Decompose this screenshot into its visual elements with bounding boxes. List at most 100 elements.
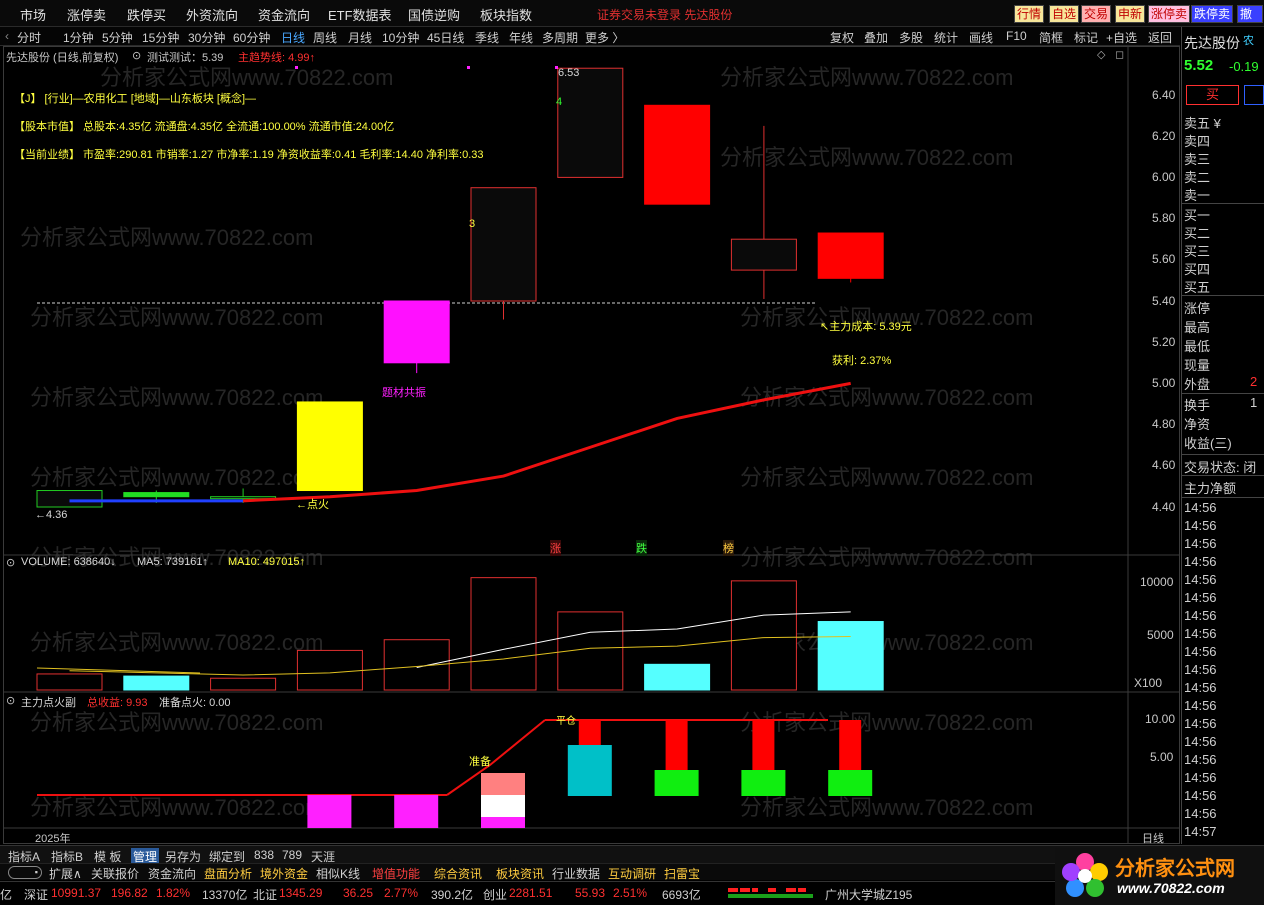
period-1min[interactable]: 1分钟	[63, 29, 94, 46]
period-quarterly[interactable]: 季线	[475, 29, 499, 46]
tool-mark[interactable]: 标记	[1074, 29, 1098, 46]
func-market-analysis[interactable]: 盘面分析	[204, 865, 252, 882]
watermark: 分析家公式网www.70822.com	[30, 795, 324, 820]
ticker-unit: 亿	[0, 888, 13, 902]
tab-838[interactable]: 838	[254, 848, 274, 862]
watchlist-button[interactable]: 自选	[1049, 5, 1080, 23]
tool-back[interactable]: 返回	[1148, 29, 1172, 46]
diamond-icon[interactable]: ◇	[1097, 48, 1105, 61]
quote-button[interactable]: 行情	[1014, 5, 1045, 23]
sell-button[interactable]	[1244, 85, 1264, 105]
volume-toggle[interactable]: ⊙	[6, 556, 15, 569]
price-tick: 5.20	[1152, 335, 1176, 349]
tab-789[interactable]: 789	[282, 848, 302, 862]
price-tick: 5.80	[1152, 211, 1176, 225]
volume-ma10: MA10: 497015↑	[228, 556, 306, 568]
menu-etf-table[interactable]: ETF数据表	[328, 5, 392, 24]
tool-simple-frame[interactable]: 简框	[1039, 29, 1063, 46]
toolbar-scroll-arrow[interactable]: ‹	[5, 29, 9, 43]
bid-2: 买二	[1184, 226, 1211, 241]
menu-limit-up-sell[interactable]: 涨停卖	[67, 5, 106, 24]
menu-market[interactable]: 市场	[20, 5, 46, 24]
menu-limit-down-buy[interactable]: 跌停买	[127, 5, 166, 24]
menu-repo[interactable]: 国债逆购	[408, 5, 460, 24]
stat-outer-volume: 外盘	[1184, 377, 1211, 392]
tool-add-watchlist[interactable]: +自选	[1106, 29, 1137, 46]
industry-line: 【J】 [行业]—农用化工 [地域]—山东板块 [概念]—	[14, 93, 257, 105]
tick-time: 14:56	[1184, 806, 1217, 821]
performance-line: 【当前业绩】 市盈率:290.81 市销率:1.27 市净率:1.19 净资收益…	[14, 149, 484, 161]
period-daily[interactable]: 日线	[281, 29, 305, 46]
func-industry-data[interactable]: 行业数据	[552, 865, 600, 882]
flow-divider	[1182, 475, 1264, 476]
bz-value: 1345.29	[279, 886, 323, 900]
period-yearly[interactable]: 年线	[509, 29, 533, 46]
indicator-tick: 5.00	[1150, 750, 1174, 764]
tool-multi-stock[interactable]: 多股	[899, 29, 923, 46]
func-overseas-capital[interactable]: 境外资金	[260, 865, 308, 882]
tool-statistics[interactable]: 统计	[934, 29, 958, 46]
buy-button[interactable]: 买	[1186, 85, 1239, 105]
period-timeshare[interactable]: 分时	[17, 29, 41, 46]
market-breadth-bars	[728, 888, 813, 900]
period-multi[interactable]: 多周期	[542, 29, 578, 46]
period-10min[interactable]: 10分钟	[382, 29, 419, 46]
period-15min[interactable]: 15分钟	[142, 29, 179, 46]
tool-f10[interactable]: F10	[1006, 29, 1027, 43]
toggle-switch[interactable]: ▪	[8, 866, 42, 879]
cy-change: 55.93	[575, 886, 606, 900]
sz-pct: 1.82%	[156, 886, 191, 900]
stats-divider	[1182, 295, 1264, 296]
period-45day[interactable]: 45日线	[427, 29, 464, 46]
func-sector-news[interactable]: 板块资讯	[496, 865, 544, 882]
tick-time: 14:56	[1184, 500, 1217, 515]
site-logo: 分析家公式网 www.70822.com	[1055, 848, 1264, 905]
high-annotation: 6.53	[558, 67, 580, 79]
func-related-quotes[interactable]: 关联报价	[91, 865, 139, 882]
menu-capital-flow[interactable]: 资金流向	[258, 5, 310, 24]
cy-name[interactable]: 创业	[483, 886, 507, 903]
bz-amount: 390.2亿	[431, 888, 474, 902]
func-news[interactable]: 综合资讯	[434, 865, 482, 882]
period-more[interactable]: 更多 〉	[585, 29, 624, 46]
period-label: 日线	[1142, 833, 1164, 845]
stat-outer-volume-value: 2	[1250, 374, 1258, 389]
func-expand[interactable]: 扩展∧	[49, 865, 82, 882]
limit-up-sell-button[interactable]: 涨停卖	[1148, 5, 1191, 23]
volume-unit: X100	[1132, 676, 1165, 690]
price-tick: 6.00	[1152, 170, 1176, 184]
ipo-button[interactable]: 申新	[1115, 5, 1146, 23]
window-icon[interactable]: ◻	[1115, 48, 1124, 61]
func-capital-flow[interactable]: 资金流向	[148, 865, 196, 882]
volume-ma5: MA5: 739161↑	[137, 556, 208, 568]
stat-earnings: 收益(三)	[1184, 436, 1232, 451]
period-5min[interactable]: 5分钟	[102, 29, 133, 46]
indicator-toggle[interactable]: ⊙	[6, 694, 15, 707]
profit-annotation: 获利: 2.37%	[832, 355, 892, 367]
period-60min[interactable]: 60分钟	[233, 29, 270, 46]
func-similar-k[interactable]: 相似K线	[316, 865, 360, 882]
cancel-order-button[interactable]: 撤单	[1237, 5, 1263, 23]
bz-name[interactable]: 北证	[253, 886, 277, 903]
period-30min[interactable]: 30分钟	[188, 29, 225, 46]
func-value-added[interactable]: 增值功能	[372, 865, 420, 882]
stat-current-volume: 现量	[1184, 358, 1211, 373]
side-stock-suffix: 农	[1243, 35, 1254, 47]
func-mine-sweeper[interactable]: 扫雷宝	[664, 865, 700, 882]
tool-overlay[interactable]: 叠加	[864, 29, 888, 46]
chart-header-toggle[interactable]: ⊙	[132, 49, 141, 62]
tool-adjust[interactable]: 复权	[830, 29, 854, 46]
tool-draw[interactable]: 画线	[969, 29, 993, 46]
period-monthly[interactable]: 月线	[348, 29, 372, 46]
tick-time: 14:56	[1184, 680, 1217, 695]
tick-time: 14:56	[1184, 608, 1217, 623]
period-weekly[interactable]: 周线	[313, 29, 337, 46]
limit-down-sell-button[interactable]: 跌停卖	[1191, 5, 1234, 23]
menu-foreign-flow[interactable]: 外资流向	[186, 5, 238, 24]
func-interactive-research[interactable]: 互动调研	[608, 865, 656, 882]
tick-time: 14:56	[1184, 518, 1217, 533]
sz-name[interactable]: 深证	[24, 886, 48, 903]
price-tick: 6.20	[1152, 129, 1176, 143]
trade-button[interactable]: 交易	[1081, 5, 1112, 23]
menu-sector-index[interactable]: 板块指数	[480, 5, 532, 24]
